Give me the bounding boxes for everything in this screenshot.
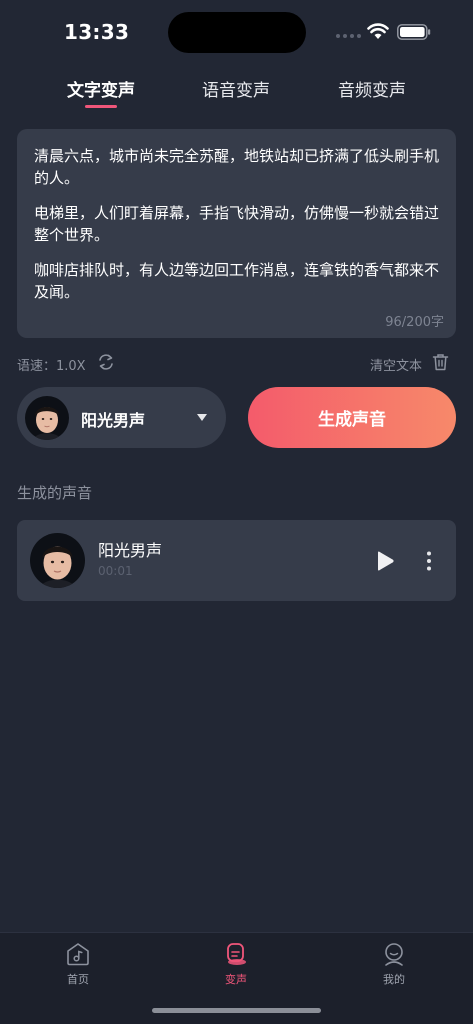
speed-label[interactable]: 语速：1.0X: [17, 355, 86, 374]
voice-selector[interactable]: 阳光男声: [17, 387, 226, 448]
mode-tabs: 文字变声 语音变声 音频变声: [0, 76, 473, 116]
caret-down-icon: [197, 414, 207, 421]
nav-item-home[interactable]: 首页: [48, 941, 108, 987]
nav-label-profile: 我的: [383, 973, 405, 986]
generated-voice-name: 阳光男声: [98, 541, 163, 560]
generated-voice-item[interactable]: 阳光男声 00:01: [17, 520, 456, 601]
status-bar: 13:33: [0, 0, 473, 60]
nav-item-profile[interactable]: 我的: [364, 941, 424, 987]
generated-voice-duration: 00:01: [98, 564, 133, 578]
text-input-area[interactable]: 清晨六点，城市尚未完全苏醒，地铁站却已挤满了低头刷手机的人。 电梯里，人们盯着屏…: [17, 129, 456, 338]
dynamic-island: [168, 12, 306, 53]
play-icon[interactable]: [375, 550, 395, 572]
tab-speech-voice[interactable]: 语音变声: [181, 76, 291, 101]
generated-voice-avatar: [30, 533, 85, 588]
music-home-icon: [67, 943, 89, 966]
nav-item-voice-change[interactable]: 变声: [206, 941, 266, 987]
character-count: 96/200字: [385, 315, 444, 330]
selected-voice-name: 阳光男声: [81, 411, 146, 430]
more-options-icon[interactable]: [422, 550, 436, 572]
voice-avatar: [25, 396, 69, 440]
swap-speed-icon[interactable]: [97, 353, 115, 371]
profile-icon: [385, 943, 403, 966]
tab-audio-voice[interactable]: 音频变声: [317, 76, 427, 101]
text-controls-row: 语速：1.0X 清空文本: [17, 352, 456, 374]
generated-section-title: 生成的声音: [17, 484, 93, 502]
tab-text-voice[interactable]: 文字变声: [46, 76, 156, 101]
trash-icon[interactable]: [432, 353, 449, 371]
home-indicator: [152, 1008, 321, 1013]
battery-icon: [397, 24, 431, 40]
status-time: 13:33: [64, 20, 130, 44]
text-paragraph: 电梯里，人们盯着屏幕，手指飞快滑动，仿佛慢一秒就会错过整个世界。: [34, 204, 440, 244]
active-tab-indicator: [85, 105, 117, 108]
nav-label-voice-change: 变声: [225, 973, 247, 986]
text-paragraph: 清晨六点，城市尚未完全苏醒，地铁站却已挤满了低头刷手机的人。: [34, 147, 440, 187]
generate-voice-button[interactable]: 生成声音: [248, 387, 456, 448]
cellular-signal-icon: [336, 34, 361, 38]
nav-label-home: 首页: [67, 973, 89, 986]
text-paragraph: 咖啡店排队时，有人边等边回工作消息，连拿铁的香气都来不及闻。: [34, 261, 440, 301]
wifi-icon: [367, 23, 389, 39]
clear-text-button[interactable]: 清空文本: [370, 355, 422, 374]
voice-change-icon: [227, 943, 246, 965]
